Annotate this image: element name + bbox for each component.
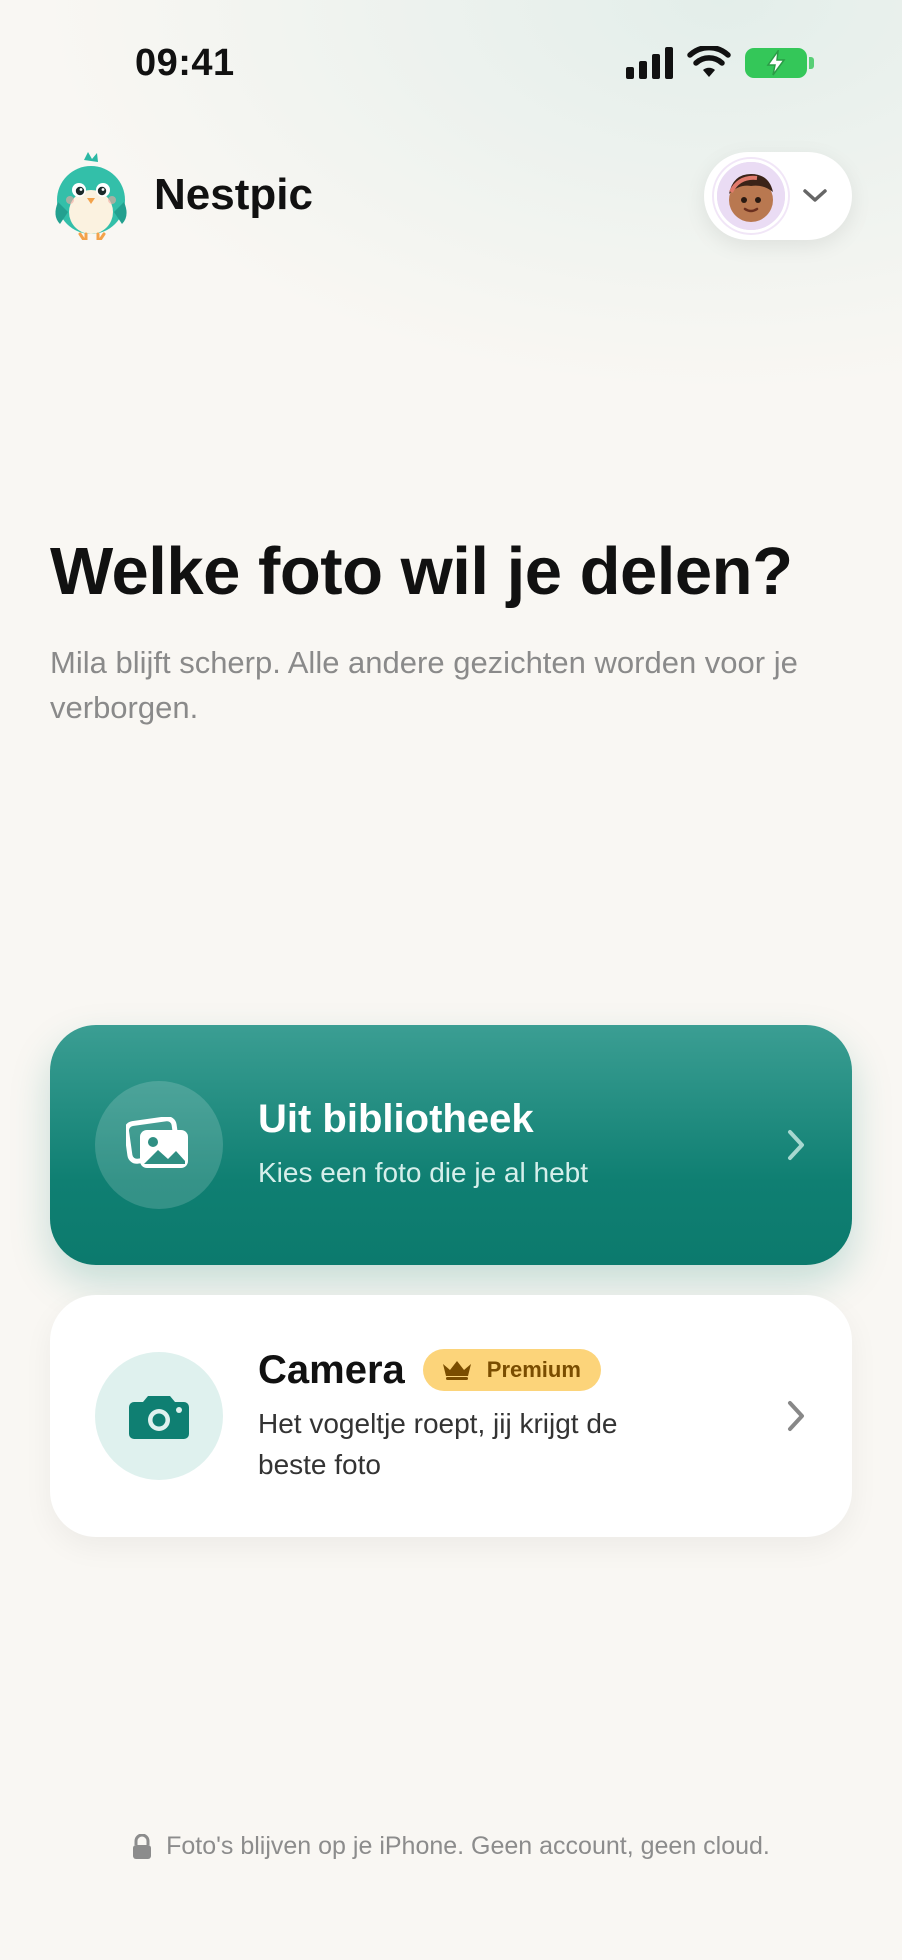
bird-mascot-icon (55, 152, 127, 240)
camera-option-title: Camera (258, 1347, 405, 1392)
status-time: 09:41 (135, 42, 235, 84)
camera-option-title-row: Camera Premium (258, 1348, 678, 1393)
page-title: Welke foto wil je delen? (50, 534, 793, 609)
status-icons (626, 46, 814, 80)
crown-icon (442, 1361, 471, 1380)
app-title: Nestpic (154, 170, 313, 219)
photo-library-icon (95, 1081, 223, 1209)
library-option-text: Uit bibliotheek Kies een foto die je al … (258, 1097, 588, 1193)
chevron-right-icon (788, 1401, 804, 1431)
profile-switcher-button[interactable] (704, 152, 852, 240)
camera-option-subtitle: Het vogeltje roept, jij krijgt de beste … (258, 1407, 618, 1480)
lock-icon (133, 1833, 152, 1859)
privacy-footer-text: Foto's blijven op je iPhone. Geen accoun… (166, 1832, 770, 1860)
privacy-footer: Foto's blijven op je iPhone. Geen accoun… (0, 1832, 902, 1861)
premium-badge: Premium (422, 1349, 601, 1391)
library-option-card[interactable]: Uit bibliotheek Kies een foto die je al … (50, 1025, 852, 1265)
status-bar: 09:41 (0, 0, 902, 130)
app-header: Nestpic (50, 150, 313, 240)
page-subtitle: Mila blijft scherp. Alle andere gezichte… (50, 645, 798, 725)
premium-badge-label: Premium (486, 1357, 581, 1382)
camera-option-card[interactable]: Camera Premium Het vogeltje roept, jij k… (50, 1295, 852, 1537)
wifi-icon (687, 46, 731, 77)
child-avatar (714, 159, 788, 233)
camera-option-text: Camera Premium Het vogeltje roept, jij k… (258, 1348, 678, 1485)
chevron-down-icon (803, 189, 827, 202)
chevron-right-icon (788, 1130, 804, 1160)
cellular-signal-icon (626, 47, 673, 79)
battery-charging-icon (745, 48, 814, 78)
library-option-title: Uit bibliotheek (258, 1097, 534, 1141)
camera-icon (95, 1352, 223, 1480)
library-option-subtitle: Kies een foto die je al hebt (258, 1157, 589, 1188)
